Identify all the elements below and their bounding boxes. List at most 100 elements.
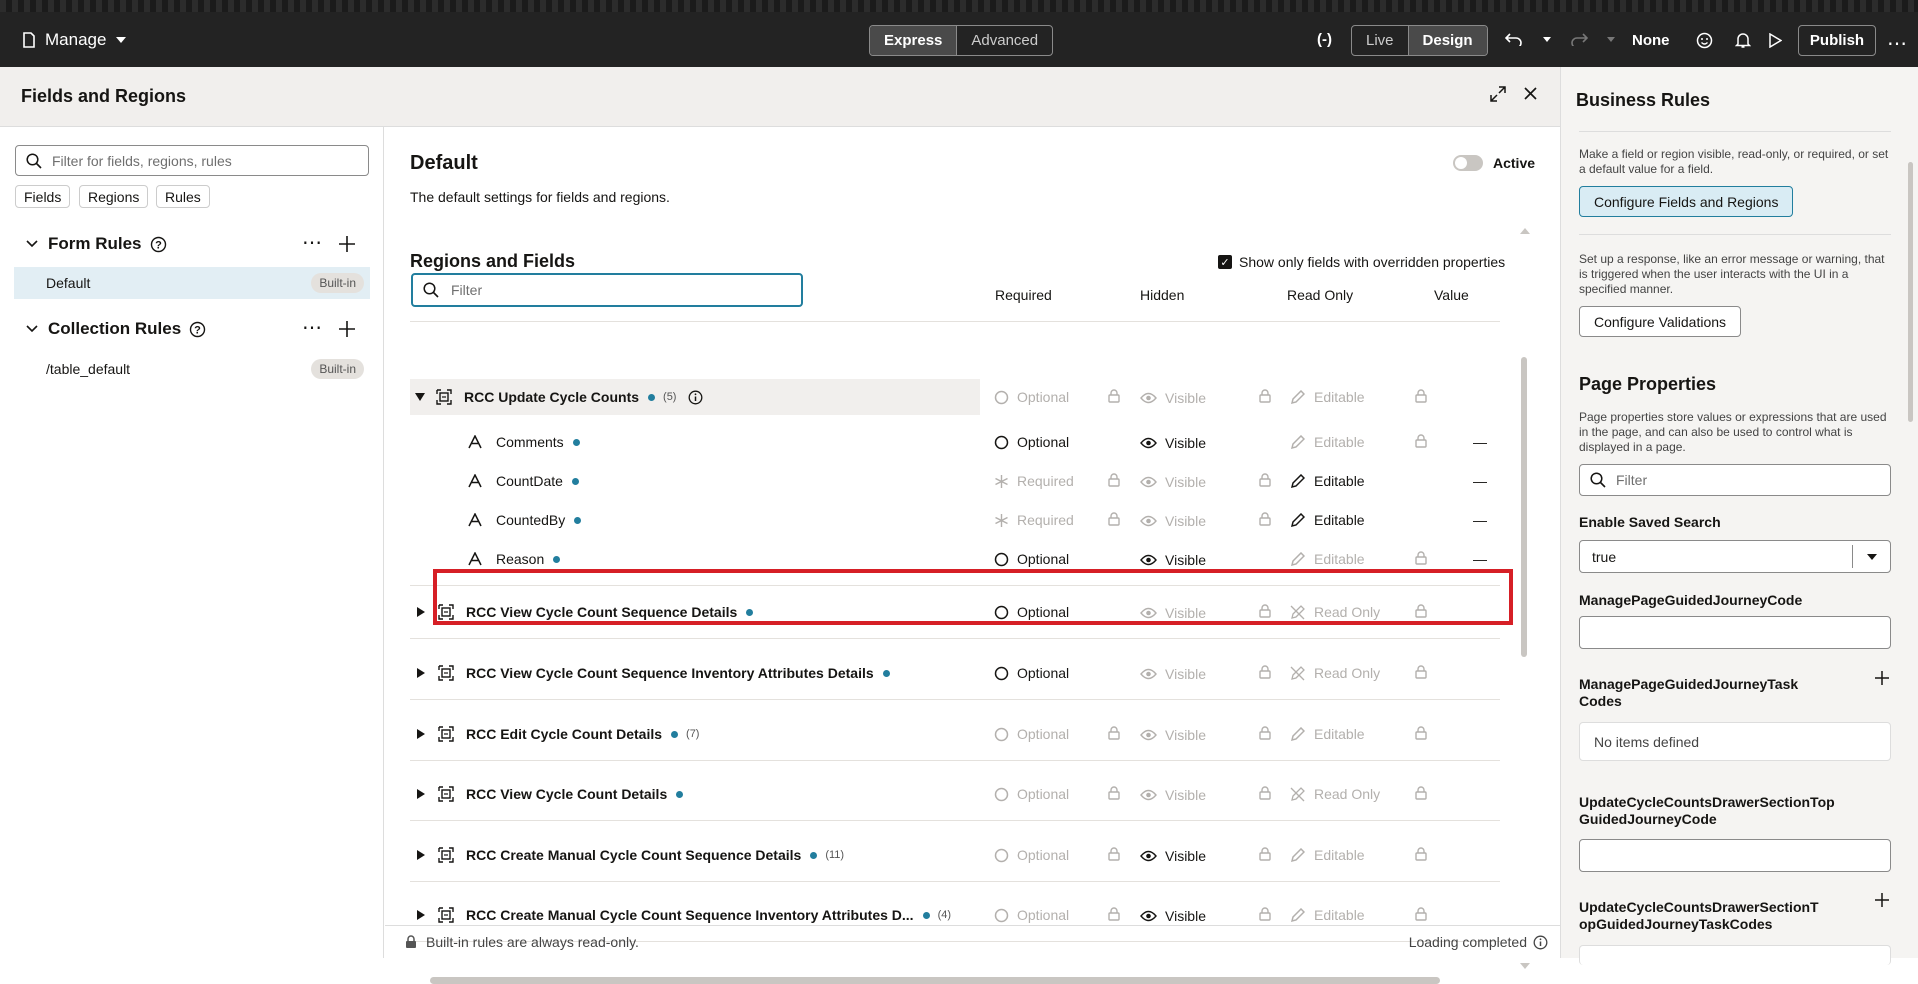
collection-rules-header[interactable]: Collection Rules ? <box>26 319 216 339</box>
scroll-up-icon[interactable] <box>1520 228 1530 234</box>
add-collection-rule-icon[interactable] <box>339 321 355 337</box>
info-icon[interactable] <box>688 390 703 405</box>
add-icon[interactable] <box>1875 893 1889 907</box>
readonly-cell[interactable]: Read Only <box>1290 786 1380 802</box>
horizontal-scrollbar[interactable] <box>430 977 1440 984</box>
required-cell[interactable]: Optional <box>994 907 1069 923</box>
live-tab[interactable]: Live <box>1352 26 1408 55</box>
readonly-cell[interactable]: Editable <box>1290 847 1365 863</box>
region-row[interactable]: RCC View Cycle Count Sequence Inventory … <box>410 655 1427 691</box>
expand-icon[interactable] <box>417 850 425 860</box>
drawer-top-code-input[interactable] <box>1579 839 1891 872</box>
chevron-down-icon[interactable] <box>1852 545 1890 568</box>
hidden-cell[interactable]: Visible <box>1140 474 1206 490</box>
help-icon[interactable]: ? <box>150 236 177 253</box>
manage-menu[interactable]: Manage <box>22 30 127 50</box>
hidden-cell[interactable]: Visible <box>1140 908 1206 924</box>
chip-fields[interactable]: Fields <box>15 185 71 208</box>
design-tab[interactable]: Design <box>1407 26 1487 55</box>
form-rules-more-icon[interactable]: ⋯ <box>302 230 322 255</box>
chip-rules[interactable]: Rules <box>156 185 210 208</box>
none-label[interactable]: None <box>1632 32 1670 49</box>
hidden-cell[interactable]: Visible <box>1140 435 1206 451</box>
fields-filter-input[interactable]: Filter <box>411 273 803 307</box>
rules-search-input[interactable]: Filter for fields, regions, rules <box>15 145 369 176</box>
readonly-cell[interactable]: Editable <box>1290 473 1365 489</box>
region-row[interactable]: RCC Edit Cycle Count Details (7) Optional V… <box>410 716 1427 752</box>
required-cell[interactable]: Optional <box>994 389 1069 405</box>
panel-scrollbar[interactable] <box>1908 162 1913 422</box>
required-cell[interactable]: Optional <box>994 786 1069 802</box>
expand-icon[interactable] <box>417 668 425 678</box>
expand-icon[interactable] <box>417 607 425 617</box>
guided-code-input[interactable] <box>1579 616 1891 649</box>
redo-menu-icon[interactable] <box>1607 37 1615 42</box>
chip-regions[interactable]: Regions <box>79 185 149 208</box>
value-cell[interactable]: — <box>1473 512 1487 528</box>
hidden-cell[interactable]: Visible <box>1140 727 1206 743</box>
readonly-cell[interactable]: Editable <box>1290 907 1365 923</box>
expand-icon[interactable] <box>417 789 425 799</box>
required-cell[interactable]: Optional <box>994 551 1069 567</box>
saved-search-select[interactable]: true <box>1579 540 1891 573</box>
add-icon[interactable] <box>1875 671 1889 685</box>
required-cell[interactable]: Required <box>994 473 1074 489</box>
field-row[interactable]: CountedBy Required Visible Editable — <box>410 502 1487 538</box>
publish-button[interactable]: Publish <box>1798 25 1876 56</box>
more-icon[interactable]: ⋯ <box>1887 31 1908 56</box>
readonly-cell[interactable]: Editable <box>1290 389 1365 405</box>
readonly-cell[interactable]: Editable <box>1290 726 1365 742</box>
play-icon[interactable] <box>1769 33 1782 48</box>
readonly-cell[interactable]: Editable <box>1290 434 1365 450</box>
region-row[interactable]: RCC View Cycle Count Details Optional Visi… <box>410 776 1427 812</box>
bell-icon[interactable] <box>1735 32 1751 49</box>
hidden-cell[interactable]: Visible <box>1140 666 1206 682</box>
hidden-cell[interactable]: Visible <box>1140 513 1206 529</box>
value-cell[interactable]: — <box>1473 434 1487 450</box>
close-icon[interactable] <box>1524 87 1537 100</box>
scroll-down-icon[interactable] <box>1520 963 1530 969</box>
readonly-cell[interactable]: Editable <box>1290 512 1365 528</box>
code-toggle-icon[interactable]: (-) <box>1317 31 1332 48</box>
field-row[interactable]: CountDate Required Visible Editable — <box>410 463 1487 499</box>
readonly-cell[interactable]: Editable <box>1290 551 1365 567</box>
required-cell[interactable]: Required <box>994 512 1074 528</box>
show-overridden-checkbox[interactable]: ✓ Show only fields with overridden prope… <box>1218 254 1505 270</box>
page-properties-filter[interactable]: Filter <box>1579 464 1891 496</box>
required-cell[interactable]: Optional <box>994 434 1069 450</box>
expand-icon[interactable] <box>1489 85 1507 103</box>
info-icon[interactable] <box>1533 935 1548 950</box>
expand-icon[interactable] <box>417 729 425 739</box>
field-row[interactable]: Comments Optional Visible Editable — <box>410 424 1487 460</box>
undo-menu-icon[interactable] <box>1543 37 1551 42</box>
region-row[interactable]: RCC Create Manual Cycle Count Sequence D… <box>410 837 1427 873</box>
value-cell[interactable]: — <box>1473 551 1487 567</box>
expand-icon[interactable] <box>417 910 425 920</box>
help-icon[interactable]: ? <box>189 321 216 338</box>
advanced-tab[interactable]: Advanced <box>956 26 1052 55</box>
hidden-cell[interactable]: Visible <box>1140 848 1206 864</box>
smiley-icon[interactable] <box>1696 32 1713 49</box>
required-cell[interactable]: Optional <box>994 665 1069 681</box>
form-rules-header[interactable]: Form Rules ? <box>26 234 177 254</box>
configure-validations-button[interactable]: Configure Validations <box>1579 306 1742 337</box>
form-rule-default[interactable]: Default Built-in <box>14 267 370 299</box>
configure-fields-button[interactable]: Configure Fields and Regions <box>1579 186 1794 217</box>
vertical-scrollbar[interactable] <box>1521 357 1527 657</box>
region-row[interactable]: RCC Update Cycle Counts (5) Optional Visibl… <box>410 379 1427 415</box>
hidden-cell[interactable]: Visible <box>1140 787 1206 803</box>
collapse-icon[interactable] <box>415 393 425 401</box>
active-toggle[interactable] <box>1453 155 1483 171</box>
collection-rule-table-default[interactable]: /table_default Built-in <box>14 353 370 385</box>
undo-icon[interactable] <box>1505 32 1523 46</box>
required-cell[interactable]: Optional <box>994 847 1069 863</box>
express-tab[interactable]: Express <box>870 26 957 55</box>
required-cell[interactable]: Optional <box>994 726 1069 742</box>
redo-icon[interactable] <box>1570 32 1588 46</box>
hidden-cell[interactable]: Visible <box>1140 390 1206 406</box>
hidden-cell[interactable]: Visible <box>1140 552 1206 568</box>
add-form-rule-icon[interactable] <box>339 236 355 252</box>
readonly-cell[interactable]: Read Only <box>1290 665 1380 681</box>
value-cell[interactable]: — <box>1473 473 1487 489</box>
collection-rules-more-icon[interactable]: ⋯ <box>302 315 322 340</box>
